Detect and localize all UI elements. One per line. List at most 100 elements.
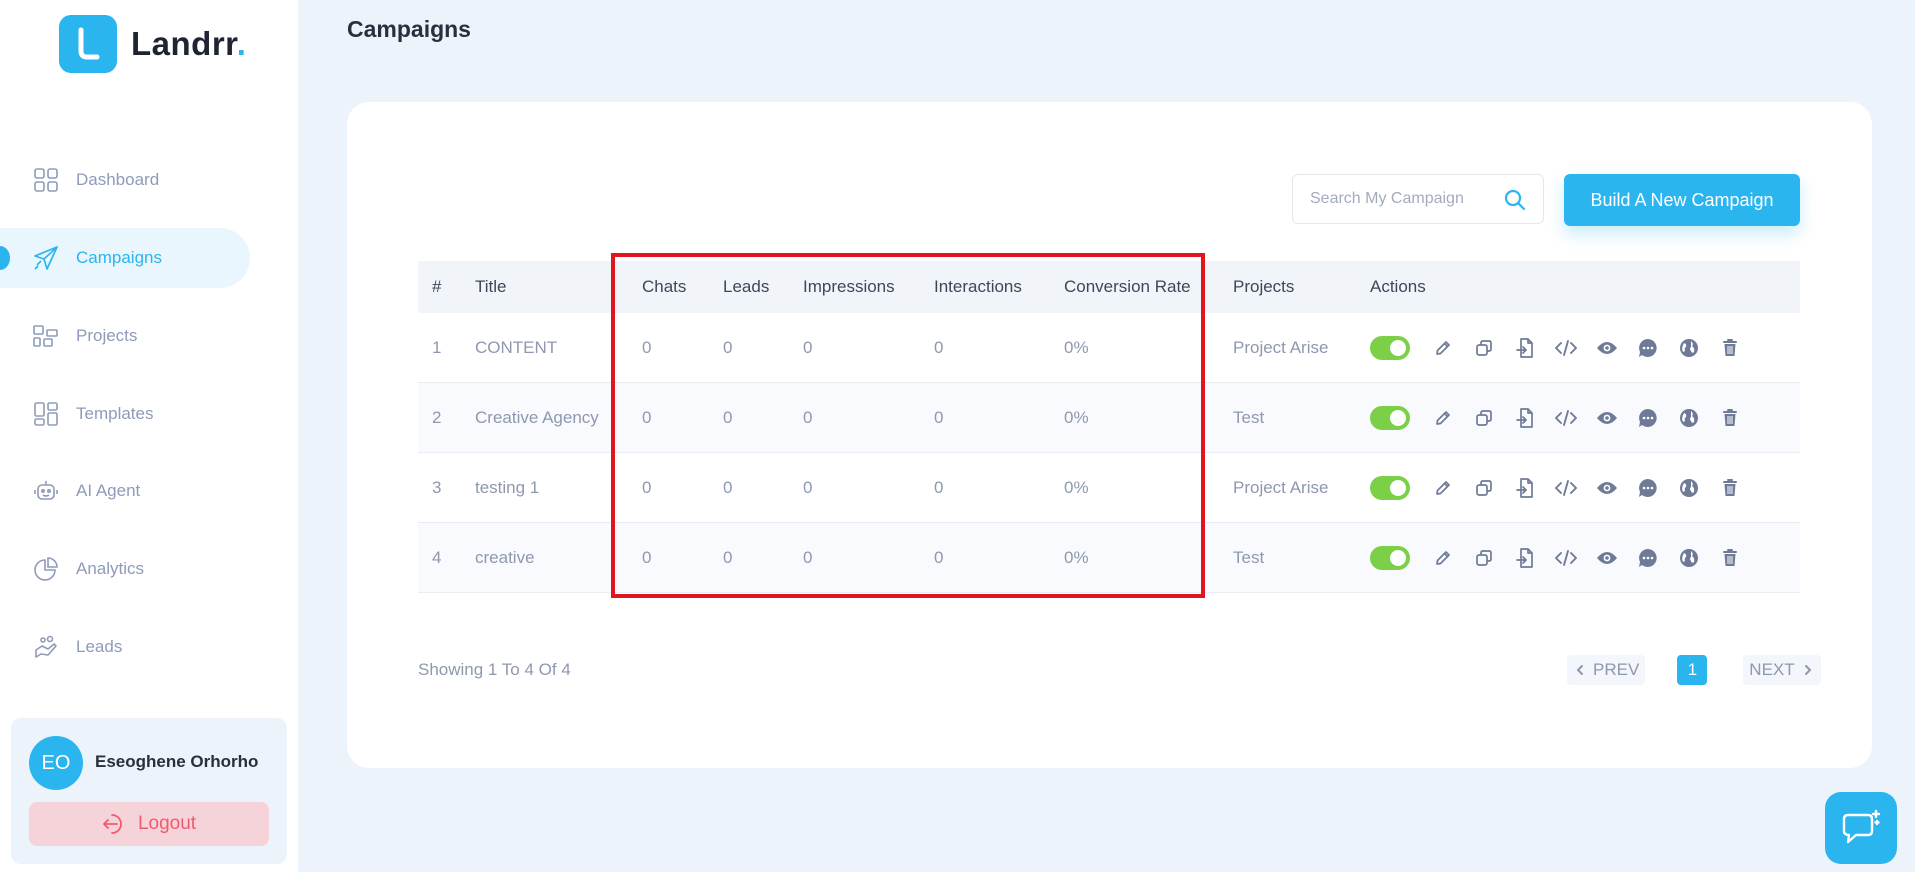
chat-icon[interactable]: [1627, 403, 1668, 433]
file-import-icon[interactable]: [1504, 473, 1545, 503]
code-icon[interactable]: [1545, 473, 1586, 503]
code-icon[interactable]: [1545, 403, 1586, 433]
cell-number: 1: [432, 338, 442, 357]
page-title: Campaigns: [347, 16, 471, 42]
sidebar-item-label: Campaigns: [76, 248, 162, 267]
col-header-number: #: [432, 277, 442, 296]
copy-icon[interactable]: [1463, 473, 1504, 503]
eye-icon[interactable]: [1586, 333, 1627, 363]
cell-chats: 0: [642, 338, 652, 357]
chat-bubble-icon: [1842, 809, 1881, 844]
cell-impressions: 0: [803, 408, 813, 427]
globe-icon[interactable]: [1668, 333, 1709, 363]
status-toggle[interactable]: [1370, 476, 1410, 500]
edit-icon[interactable]: [1422, 403, 1463, 433]
cell-interactions: 0: [934, 338, 944, 357]
page-number-button[interactable]: 1: [1677, 655, 1708, 685]
sidebar-item-label: AI Agent: [76, 481, 141, 500]
col-header-leads: Leads: [723, 277, 770, 296]
brand-name: Landrr.: [131, 25, 247, 62]
logout-button[interactable]: Logout: [29, 802, 269, 846]
edit-icon[interactable]: [1422, 333, 1463, 363]
chat-icon[interactable]: [1627, 333, 1668, 363]
copy-icon[interactable]: [1463, 333, 1504, 363]
sidebar-item-templates[interactable]: Templates: [0, 384, 250, 444]
globe-icon[interactable]: [1668, 403, 1709, 433]
sidebar-item-ai-agent[interactable]: AI Agent: [0, 461, 250, 521]
cell-title[interactable]: CONTENT: [475, 313, 557, 383]
table-row: 4 creative 0 0 0 0 0% Test: [418, 523, 1800, 593]
edit-icon[interactable]: [1422, 543, 1463, 573]
cell-number: 3: [432, 478, 442, 497]
cell-impressions: 0: [803, 478, 813, 497]
table-row: 2 Creative Agency 0 0 0 0 0% Test: [418, 383, 1800, 453]
cell-interactions: 0: [934, 478, 944, 497]
eye-icon[interactable]: [1586, 403, 1627, 433]
table-header: # Title Chats Leads Impressions Interact…: [418, 261, 1800, 313]
edit-icon[interactable]: [1422, 473, 1463, 503]
cell-interactions: 0: [934, 548, 944, 567]
globe-icon[interactable]: [1668, 473, 1709, 503]
pie-chart-icon: [32, 555, 60, 583]
chat-icon[interactable]: [1627, 473, 1668, 503]
cell-title[interactable]: Creative Agency: [475, 383, 599, 453]
sidebar-item-leads[interactable]: Leads: [0, 617, 250, 677]
cell-chats: 0: [642, 548, 652, 567]
sidebar: Landrr. Dashboard Campaigns Projects Tem…: [0, 0, 298, 872]
sidebar-item-label: Leads: [76, 637, 123, 656]
code-icon[interactable]: [1545, 333, 1586, 363]
cell-title[interactable]: creative: [475, 523, 535, 593]
sidebar-item-label: Templates: [76, 404, 154, 423]
sidebar-item-label: Projects: [76, 326, 138, 345]
status-toggle[interactable]: [1370, 336, 1410, 360]
templates-icon: [32, 400, 60, 428]
prev-page-button[interactable]: PREV: [1567, 655, 1646, 685]
copy-icon[interactable]: [1463, 543, 1504, 573]
eye-icon[interactable]: [1586, 473, 1627, 503]
trash-icon[interactable]: [1709, 333, 1750, 363]
status-toggle[interactable]: [1370, 546, 1410, 570]
landrr-logo-icon: [59, 15, 117, 73]
cell-project: Project Arise: [1233, 338, 1329, 357]
trash-icon[interactable]: [1709, 403, 1750, 433]
file-import-icon[interactable]: [1504, 403, 1545, 433]
cell-title[interactable]: testing 1: [475, 453, 539, 523]
brand-logo[interactable]: Landrr.: [59, 15, 246, 73]
eye-icon[interactable]: [1586, 543, 1627, 573]
next-page-button[interactable]: NEXT: [1743, 655, 1821, 685]
col-header-actions: Actions: [1370, 277, 1426, 296]
campaigns-table: # Title Chats Leads Impressions Interact…: [418, 261, 1800, 593]
user-name: Eseoghene Orhorho: [95, 752, 259, 771]
search-input[interactable]: [1310, 190, 1500, 208]
col-header-chats: Chats: [642, 277, 687, 296]
build-new-campaign-button[interactable]: Build A New Campaign: [1564, 174, 1800, 226]
sidebar-item-analytics[interactable]: Analytics: [0, 539, 250, 599]
chat-icon[interactable]: [1627, 543, 1668, 573]
cell-conversion-rate: 0%: [1064, 548, 1089, 567]
sidebar-item-projects[interactable]: Projects: [0, 306, 250, 366]
table-row: 3 testing 1 0 0 0 0 0% Project Arise: [418, 453, 1800, 523]
status-toggle[interactable]: [1370, 406, 1410, 430]
sidebar-item-dashboard[interactable]: Dashboard: [0, 150, 250, 210]
search-icon[interactable]: [1504, 189, 1526, 211]
globe-icon[interactable]: [1668, 543, 1709, 573]
robot-icon: [32, 477, 60, 505]
chevron-left-icon: [1576, 665, 1583, 675]
cell-number: 4: [432, 548, 442, 567]
chat-widget-button[interactable]: [1825, 792, 1897, 864]
cell-leads: 0: [723, 408, 733, 427]
sidebar-item-label: Dashboard: [76, 170, 160, 189]
copy-icon[interactable]: [1463, 403, 1504, 433]
search-box[interactable]: [1292, 174, 1544, 224]
file-import-icon[interactable]: [1504, 543, 1545, 573]
col-header-conversion-rate: Conversion Rate: [1064, 277, 1191, 296]
prev-label: PREV: [1593, 660, 1640, 679]
code-icon[interactable]: [1545, 543, 1586, 573]
trash-icon[interactable]: [1709, 543, 1750, 573]
sidebar-item-campaigns[interactable]: Campaigns: [0, 228, 250, 288]
table-body: 1 CONTENT 0 0 0 0 0% Project Arise 2 Creative Ag…: [418, 313, 1800, 593]
file-import-icon[interactable]: [1504, 333, 1545, 363]
avatar[interactable]: EO: [29, 736, 83, 790]
trash-icon[interactable]: [1709, 473, 1750, 503]
cell-leads: 0: [723, 548, 733, 567]
